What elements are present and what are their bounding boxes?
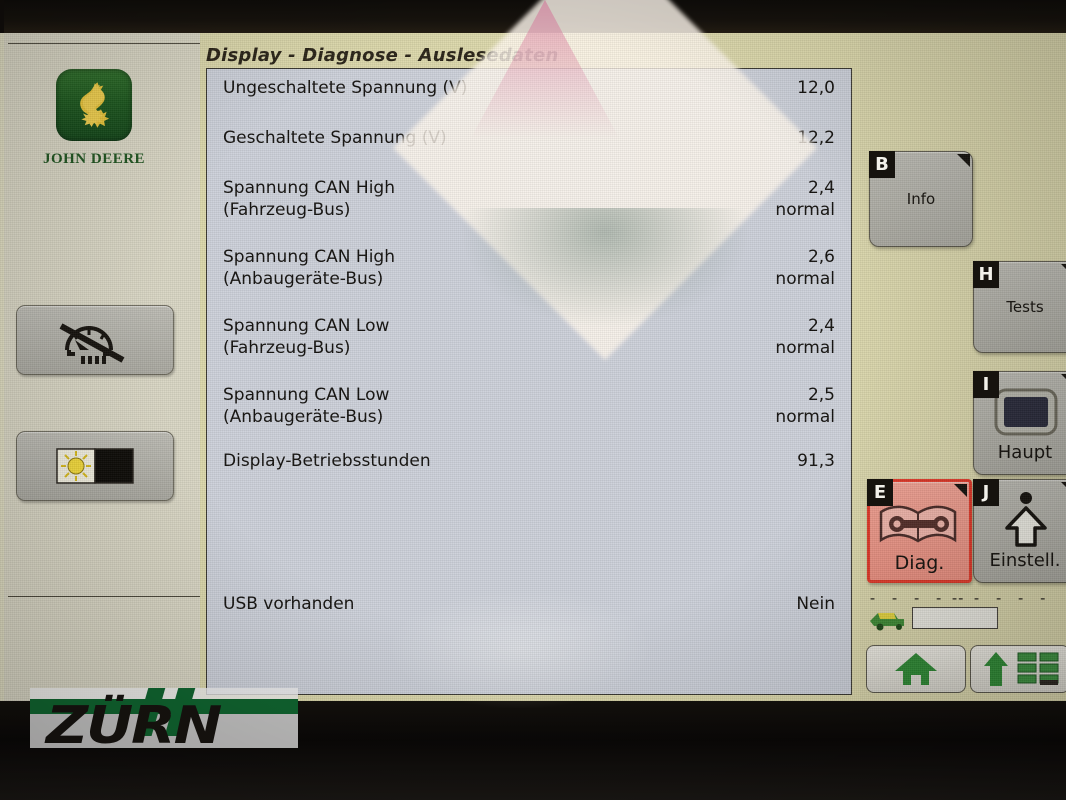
softkey-panel: Info B Tests H Haupt I Diag. E Einstell.… xyxy=(860,33,1066,701)
row-label: Spannung CAN Low (Anbaugeräte-Bus) xyxy=(223,385,390,427)
zurn-text: ZÜRN xyxy=(46,696,222,748)
row-value-group: 2,4 normal xyxy=(775,177,835,221)
day-night-toggle-icon xyxy=(56,448,134,484)
softkey-label: Info xyxy=(906,190,936,208)
bezel-top xyxy=(0,0,1066,34)
row-value: 2,4 xyxy=(807,316,835,336)
row-label: USB vorhanden xyxy=(223,594,355,614)
john-deere-deer-logo xyxy=(56,69,132,141)
row-label: Spannung CAN High (Anbaugeräte-Bus) xyxy=(223,247,395,289)
table-row: Spannung CAN Low (Anbaugeräte-Bus) 2,5 n… xyxy=(207,384,853,428)
row-status: normal xyxy=(775,338,835,358)
row-label: Display-Betriebsstunden xyxy=(223,451,431,471)
up-arrow-dot-icon xyxy=(1005,492,1047,547)
softkey-label: Tests xyxy=(1006,298,1044,316)
page-title: Display - Diagnose - Auslesedaten xyxy=(206,45,559,66)
gauge-disabled-icon xyxy=(59,323,125,364)
row-value: 12,0 xyxy=(797,78,835,98)
softkey-label: Einstell. xyxy=(989,550,1061,571)
table-row: Ungeschaltete Spannung (V) 12,0 xyxy=(207,77,853,99)
row-value: 91,3 xyxy=(797,451,835,471)
row-value: 2,6 xyxy=(807,247,835,267)
row-status: normal xyxy=(775,407,835,427)
row-value: 2,5 xyxy=(807,385,835,405)
zurn-watermark: ZÜRN xyxy=(30,688,298,748)
softkey-badge-h: H xyxy=(973,261,999,288)
submenu-corner-icon xyxy=(1061,482,1066,495)
softkey-label: Diag. xyxy=(894,552,945,574)
content-panel: Display - Diagnose - Auslesedaten Ungesc… xyxy=(200,33,860,701)
device-screenshot: JOHN DEERE Display - Diagnose - Auslesed… xyxy=(0,0,1066,800)
home-button[interactable] xyxy=(866,645,966,693)
gauge-disable-button[interactable] xyxy=(16,305,174,375)
row-value: 2,4 xyxy=(807,178,835,198)
row-value: Nein xyxy=(796,594,835,614)
menu-list-button[interactable] xyxy=(970,645,1066,693)
brand-name: JOHN DEERE xyxy=(42,151,146,167)
table-row: Spannung CAN High (Anbaugeräte-Bus) 2,6 … xyxy=(207,246,853,290)
table-row: Spannung CAN Low (Fahrzeug-Bus) 2,4 norm… xyxy=(207,315,853,359)
table-row: Spannung CAN High (Fahrzeug-Bus) 2,4 nor… xyxy=(207,177,853,221)
submenu-corner-icon xyxy=(1061,374,1066,387)
home-icon xyxy=(895,653,937,685)
brand-logo: JOHN DEERE xyxy=(43,69,145,167)
row-value-group: 2,5 normal xyxy=(775,384,835,428)
table-row: Display-Betriebsstunden 91,3 xyxy=(207,450,853,472)
status-strip: - - - - - - - - - - xyxy=(866,589,1066,637)
day-night-toggle-button[interactable] xyxy=(16,431,174,501)
row-label: Geschaltete Spannung (V) xyxy=(223,128,447,148)
table-row: Geschaltete Spannung (V) 12,2 xyxy=(207,127,853,149)
table-row: USB vorhanden Nein xyxy=(207,593,853,615)
row-value: 12,2 xyxy=(797,128,835,148)
softkey-badge-b: B xyxy=(869,151,895,178)
softkey-badge-e: E xyxy=(867,479,893,506)
row-label: Spannung CAN High (Fahrzeug-Bus) xyxy=(223,178,395,220)
row-status: normal xyxy=(775,200,835,220)
combine-icon xyxy=(870,613,904,631)
submenu-corner-icon xyxy=(954,484,967,497)
row-label: Ungeschaltete Spannung (V) xyxy=(223,78,468,98)
book-wrench-icon xyxy=(879,505,957,543)
submenu-corner-icon xyxy=(957,154,970,167)
row-label: Spannung CAN Low (Fahrzeug-Bus) xyxy=(223,316,390,358)
softkey-label: Haupt xyxy=(997,442,1053,463)
up-arrow-list-icon xyxy=(984,652,1059,686)
display-icon xyxy=(994,388,1058,436)
left-pane: JOHN DEERE xyxy=(4,33,204,701)
diagnostics-list: Ungeschaltete Spannung (V) 12,0 Geschalt… xyxy=(206,68,852,695)
status-dashes-right: - - - - - xyxy=(950,589,1050,607)
status-value-field[interactable] xyxy=(912,607,998,629)
softkey-badge-j: J xyxy=(973,479,999,506)
row-value-group: 2,4 normal xyxy=(775,315,835,359)
submenu-corner-icon xyxy=(1061,264,1066,277)
softkey-badge-i: I xyxy=(973,371,999,398)
row-value-group: 2,6 normal xyxy=(775,246,835,290)
display-screen: JOHN DEERE Display - Diagnose - Auslesed… xyxy=(0,0,1066,708)
row-status: normal xyxy=(775,269,835,289)
